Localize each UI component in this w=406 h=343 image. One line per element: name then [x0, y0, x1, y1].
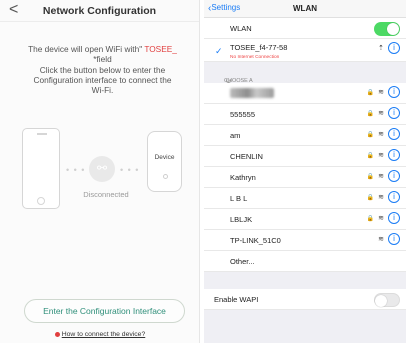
info-icon[interactable]: i [388, 233, 400, 245]
other-network-label: Other... [230, 257, 255, 266]
ssid-prefix-text: TOSEE_ [144, 44, 177, 54]
wlan-label: WLAN [230, 24, 252, 33]
network-name: LBLJK [230, 215, 253, 224]
wlan-toggle[interactable] [374, 22, 400, 36]
connected-network-row[interactable]: ✓ TOSEE_f4-77-58 No Internet Connection … [204, 39, 406, 62]
network-row[interactable]: L B L 🔒 ≋ i [204, 188, 406, 209]
network-name: am [230, 131, 241, 140]
phone-illustration-icon [22, 128, 60, 209]
other-network-row[interactable]: Other... [204, 251, 406, 272]
connection-dots-right-icon: • • • [120, 165, 140, 175]
info-icon[interactable]: i [388, 86, 400, 98]
left-header: < Network Configuration [0, 0, 199, 22]
lock-icon: 🔒 [366, 194, 375, 201]
lock-icon: 🔒 [366, 152, 375, 159]
choose-network-header: CHOOSE A NETWORK... [204, 62, 406, 90]
connection-dots-left-icon: • • • [66, 165, 86, 175]
instructions-line-3: Click the button below to enter the [39, 64, 166, 75]
connection-status: Disconnected [83, 190, 129, 199]
wifi-signal-icon: ≋ [378, 89, 384, 96]
wapi-toggle[interactable] [374, 293, 400, 307]
link-icon: ⚯ [89, 156, 115, 182]
lock-icon: 🔒 [366, 89, 375, 96]
wlan-settings-screen: ‹Settings WLAN WLAN ✓ TOSEE_f4-77-58 No … [204, 0, 406, 343]
enable-wapi-row: Enable WAPI [204, 289, 406, 310]
instructions-line-4: Configuration interface to connect the [33, 74, 172, 85]
info-icon[interactable]: i [388, 42, 400, 54]
wifi-signal-icon: ≋ [378, 110, 384, 117]
checkmark-icon: ✓ [215, 46, 223, 56]
network-row[interactable]: Kathryn 🔒 ≋ i [204, 167, 406, 188]
network-name: Kathryn [230, 173, 256, 182]
wifi-signal-icon: ≋ [378, 173, 384, 180]
info-icon[interactable]: i [388, 191, 400, 203]
wifi-signal-icon: ⇡ [378, 45, 384, 52]
network-configuration-screen: < Network Configuration The device will … [0, 0, 200, 343]
enter-configuration-button[interactable]: Enter the Configuration Interface [24, 299, 185, 323]
network-row[interactable]: am 🔒 ≋ i [204, 125, 406, 146]
wlan-toggle-row: WLAN [204, 18, 406, 39]
no-internet-warning: No Internet Connection [230, 55, 280, 60]
connected-network-name: TOSEE_f4-77-58 [230, 43, 288, 52]
wifi-signal-icon: ≋ [378, 194, 384, 201]
instructions-line-2: *field [93, 54, 112, 65]
network-name: L B L [230, 194, 248, 203]
help-link-container[interactable]: How to connect the device? [0, 331, 200, 338]
wifi-signal-icon: ≋ [378, 131, 384, 138]
network-row[interactable]: CHENLIN 🔒 ≋ i [204, 146, 406, 167]
network-name: CHENLIN [230, 152, 263, 161]
enable-wapi-label: Enable WAPI [214, 295, 259, 304]
lock-icon: 🔒 [366, 173, 375, 180]
lock-icon: 🔒 [366, 131, 375, 138]
network-row[interactable]: 555555 🔒 ≋ i [204, 104, 406, 125]
redacted-network-name [230, 88, 274, 98]
network-row[interactable]: TP-LINK_51C0 ≋ i [204, 230, 406, 251]
network-name: TP-LINK_51C0 [230, 236, 281, 245]
network-name: 555555 [230, 110, 256, 119]
info-icon[interactable]: i [388, 170, 400, 182]
instructions-line-5: Wi-Fi. [91, 85, 114, 96]
wlan-title: WLAN [293, 4, 317, 13]
question-icon [54, 331, 60, 337]
lock-icon: 🔒 [366, 110, 375, 117]
wifi-signal-icon: ≋ [378, 236, 384, 243]
network-row[interactable]: LBLJK 🔒 ≋ i [204, 209, 406, 230]
lock-icon: 🔒 [366, 215, 375, 222]
network-row[interactable]: 🔒 ≋ i [204, 83, 406, 104]
info-icon[interactable]: i [388, 107, 400, 119]
page-title: Network Configuration [42, 5, 157, 17]
network-list: 🔒 ≋ i 555555 🔒 ≋ i am 🔒 ≋ i CHENLIN 🔒 ≋ i Kathryn 🔒 ≋ i L B… [204, 83, 406, 251]
section-gap [204, 272, 406, 289]
help-link[interactable]: How to connect the device? [62, 331, 146, 338]
device-label: Device [154, 154, 175, 161]
right-header: ‹Settings WLAN [204, 0, 406, 18]
info-icon[interactable]: i [388, 128, 400, 140]
info-icon[interactable]: i [388, 212, 400, 224]
info-icon[interactable]: i [388, 149, 400, 161]
wifi-signal-icon: ≋ [378, 152, 384, 159]
instructions-text: The device will open WiFi with" TOSEE_ *… [12, 44, 193, 95]
device-illustration-icon: Device [147, 131, 182, 192]
wifi-signal-icon: ≋ [378, 215, 384, 222]
instructions-line-1: The device will open WiFi with" [28, 44, 143, 54]
